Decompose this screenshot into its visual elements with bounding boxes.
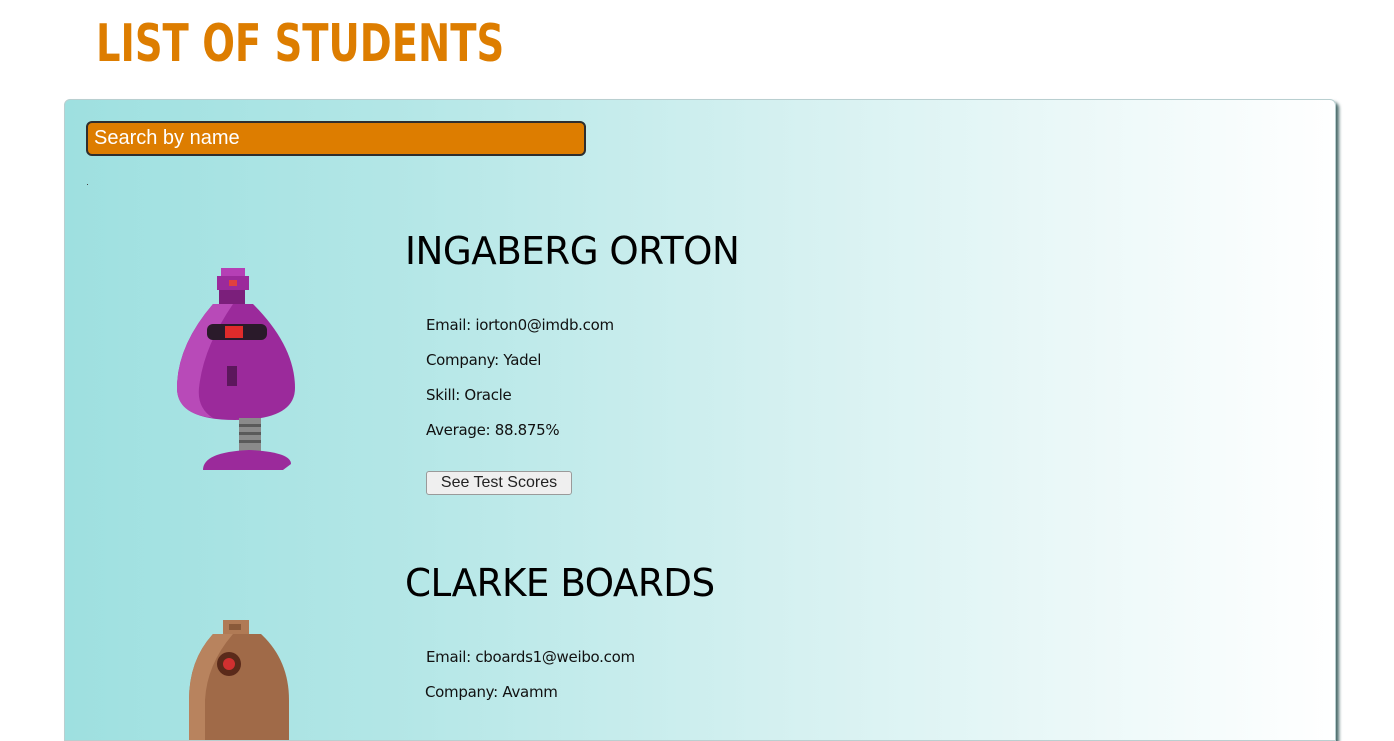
brown-robot-icon xyxy=(189,620,289,740)
search-input[interactable] xyxy=(86,121,586,156)
page-title: LIST OF STUDENTS xyxy=(96,14,505,74)
students-card: INGABERG ORTON Email: iorton0@imdb.com C… xyxy=(64,99,1336,741)
student-name: CLARKE BOARDS xyxy=(405,561,715,605)
student-skill: Skill: Oracle xyxy=(426,386,512,404)
student-company: Company: Yadel xyxy=(426,351,542,369)
student-company: Company: Avamm xyxy=(425,683,558,701)
student-average: Average: 88.875% xyxy=(426,421,560,439)
student-email: Email: iorton0@imdb.com xyxy=(426,316,614,334)
see-test-scores-button[interactable]: See Test Scores xyxy=(426,471,572,495)
student-email: Email: cboards1@weibo.com xyxy=(426,648,635,666)
divider-dot xyxy=(87,184,88,185)
purple-robot-icon xyxy=(177,268,295,470)
student-name: INGABERG ORTON xyxy=(405,229,740,273)
